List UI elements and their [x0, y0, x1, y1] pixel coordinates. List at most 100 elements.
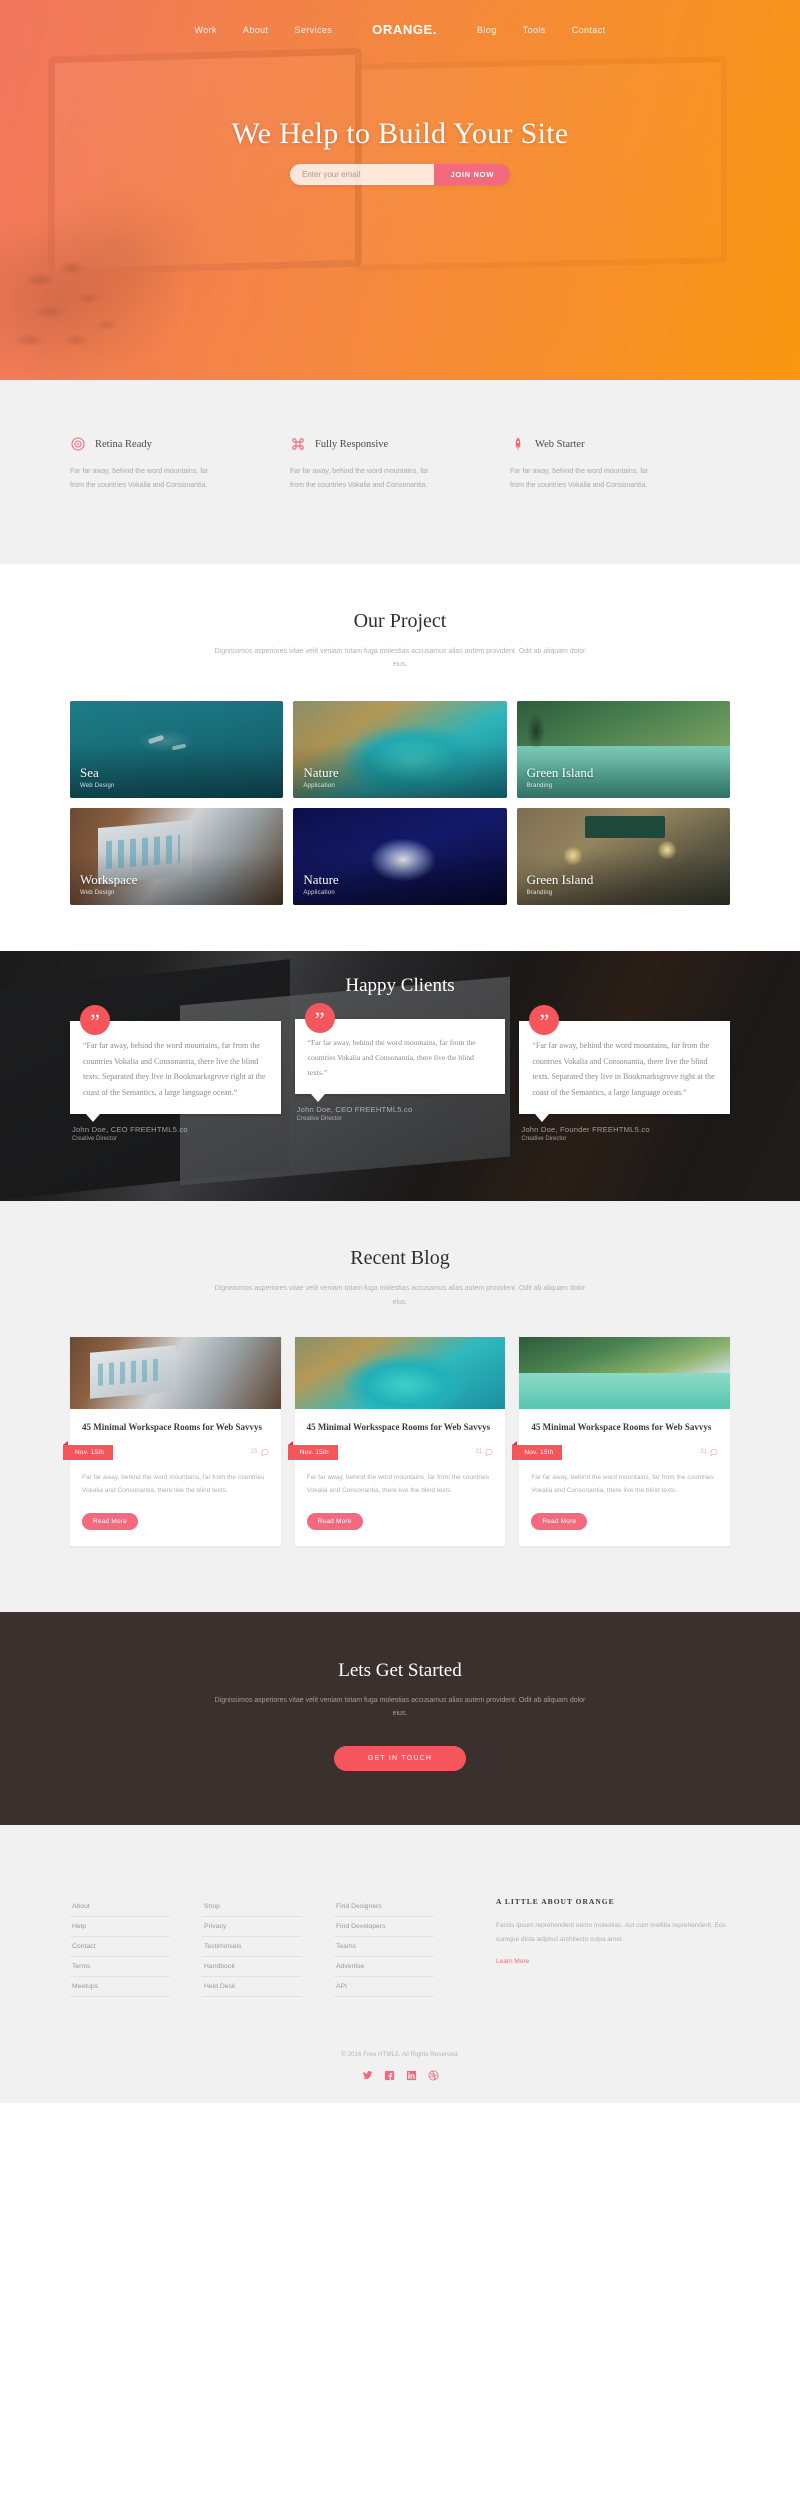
- linkedin-icon[interactable]: [406, 2070, 417, 2081]
- projects-grid: Sea Web Design Nature Application Green …: [70, 701, 730, 906]
- quote-icon: ”: [304, 1003, 335, 1034]
- footer-link[interactable]: Privacy: [202, 1917, 302, 1938]
- footer-about-block: A LITTLE ABOUT ORANGE Facilis ipsum repr…: [490, 1897, 730, 1997]
- project-card[interactable]: Green Island Branding: [516, 701, 730, 799]
- nav-item-about[interactable]: About: [243, 23, 269, 37]
- twitter-icon[interactable]: [362, 2070, 373, 2081]
- dribbble-icon[interactable]: [428, 2070, 439, 2081]
- read-more-button[interactable]: Read More: [531, 1512, 588, 1530]
- project-card[interactable]: Nature Application: [293, 808, 507, 906]
- footer-link[interactable]: Find Developers: [334, 1917, 434, 1938]
- comment-count-value: 21: [475, 1449, 483, 1456]
- footer-link[interactable]: About: [70, 1897, 170, 1918]
- testimonial-company: FREEHTML5.co: [130, 1124, 188, 1134]
- blog-date-badge: Nov. 15th: [63, 1440, 114, 1460]
- footer-link[interactable]: Advertise: [334, 1957, 434, 1978]
- get-in-touch-button[interactable]: GET IN TOUCH: [333, 1746, 467, 1772]
- footer-link[interactable]: Terms: [70, 1957, 170, 1978]
- command-key-icon: [290, 436, 306, 452]
- project-category: Web Design: [80, 783, 115, 790]
- project-card[interactable]: Workspace Web Design: [70, 808, 284, 906]
- testimonial-role: Creative Director: [72, 1135, 118, 1142]
- footer-link[interactable]: Testimonials: [202, 1937, 302, 1958]
- copyright-text: © 2016 Free HTML5. All Rights Reserved.: [341, 2051, 459, 2059]
- testimonial-author: John Doe, CEO FREEHTML5.co: [296, 1104, 413, 1114]
- footer-column-1: About Help Contact Terms Meetups: [70, 1897, 170, 1998]
- testimonial-card: ” “Far far away, behind the word mountai…: [519, 1005, 730, 1142]
- learn-more-link[interactable]: Learn More: [496, 1958, 529, 1965]
- nav-item-work[interactable]: Work: [194, 23, 216, 37]
- testimonial-author: John Doe, Founder FREEHTML5.co: [521, 1124, 650, 1134]
- blog-comment-count: 21: [700, 1448, 730, 1457]
- testimonial-quote: “Far far away, behind the word mountains…: [307, 1038, 476, 1077]
- testimonial-card: ” “Far far away, behind the word mountai…: [70, 1005, 281, 1142]
- footer-link[interactable]: Help: [70, 1917, 170, 1938]
- blog-section: Recent Blog Dignissimos asperiores vitae…: [0, 1201, 800, 1612]
- testimonial-quote: “Far far away, behind the word mountains…: [83, 1041, 266, 1098]
- feature-title: Retina Ready: [95, 438, 152, 450]
- testimonial-quote: “Far far away, behind the word mountains…: [532, 1041, 715, 1098]
- blog-card[interactable]: 45 Minimal Workspace Rooms for Web Savvy…: [512, 1336, 730, 1546]
- footer-link[interactable]: Held Desk: [202, 1977, 302, 1998]
- rocket-icon: [510, 436, 526, 452]
- footer-link[interactable]: Teams: [334, 1937, 434, 1958]
- testimonial-company: FREEHTML5.co: [354, 1104, 413, 1114]
- site-logo[interactable]: ORANGE.: [372, 20, 437, 39]
- nav-item-blog[interactable]: Blog: [477, 23, 497, 37]
- feature-title: Web Starter: [535, 438, 585, 450]
- feature-body: Far far away, behind the word mountains,…: [290, 468, 429, 490]
- testimonial-role: Creative Director: [521, 1135, 567, 1142]
- blog-post-title[interactable]: 45 Minimal Workspace Rooms for Web Savvy…: [531, 1421, 718, 1435]
- nav-item-contact[interactable]: Contact: [572, 23, 606, 37]
- project-name: Green Island: [526, 764, 594, 780]
- footer-column-3: Find Designers Find Developers Teams Adv…: [334, 1897, 434, 1998]
- facebook-icon[interactable]: [384, 2070, 395, 2081]
- project-category: Branding: [526, 890, 553, 897]
- feature-retina-ready: Retina Ready Far far away, behind the wo…: [70, 436, 290, 494]
- testimonials-section: Happy Clients ” “Far far away, behind th…: [0, 951, 800, 1202]
- features-section: Retina Ready Far far away, behind the wo…: [0, 380, 800, 564]
- footer-link[interactable]: Meetups: [70, 1977, 170, 1998]
- blog-excerpt: Far far away, behind the word mountains,…: [531, 1473, 714, 1494]
- cta-section: Lets Get Started Dignissimos asperiores …: [0, 1611, 800, 1826]
- blog-subtitle: Dignissimos asperiores vitae velit venia…: [214, 1285, 586, 1306]
- footer-about-body: Facilis ipsum reprehenderit nemo molesti…: [496, 1922, 726, 1944]
- read-more-button[interactable]: Read More: [82, 1512, 138, 1530]
- project-card[interactable]: Sea Web Design: [70, 701, 284, 799]
- project-category: Web Design: [80, 890, 115, 897]
- blog-card[interactable]: 45 Minimal Worksspace Rooms for Web Savv…: [287, 1336, 506, 1546]
- blog-date-badge: Nov. 15th: [287, 1440, 338, 1460]
- feature-body: Far far away, behind the word mountains,…: [510, 468, 649, 490]
- blog-card[interactable]: 45 Minimal Workspace Rooms for Web Savvy…: [63, 1336, 281, 1546]
- hero-content: We Help to Build Your Site JOIN NOW: [0, 117, 800, 185]
- footer-link[interactable]: API: [334, 1977, 434, 1998]
- footer-link[interactable]: Contact: [70, 1937, 170, 1958]
- blog-grid: 45 Minimal Workspace Rooms for Web Savvy…: [63, 1336, 730, 1546]
- footer-link[interactable]: Handbook: [202, 1957, 302, 1978]
- footer-column-2: Shop Privacy Testimonials Handbook Held …: [202, 1897, 302, 1998]
- main-navigation: Work About Services ORANGE. Blog Tools C…: [0, 0, 800, 39]
- nav-item-services[interactable]: Services: [294, 23, 332, 37]
- project-category: Branding: [526, 783, 553, 790]
- footer-link[interactable]: Shop: [202, 1897, 302, 1918]
- blog-thumbnail: [519, 1336, 730, 1409]
- testimonials-grid: ” “Far far away, behind the word mountai…: [70, 1003, 730, 1142]
- comment-icon: [485, 1449, 493, 1457]
- feature-body: Far far away, behind the word mountains,…: [70, 468, 209, 490]
- testimonial-company: FREEHTML5.co: [592, 1124, 650, 1134]
- blog-post-title[interactable]: 45 Minimal Worksspace Rooms for Web Savv…: [307, 1421, 494, 1435]
- site-footer: About Help Contact Terms Meetups Shop Pr…: [0, 1825, 800, 2104]
- footer-link[interactable]: Find Designers: [334, 1897, 434, 1918]
- retina-target-icon: [70, 436, 86, 452]
- join-now-button[interactable]: JOIN NOW: [434, 164, 510, 185]
- read-more-button[interactable]: Read More: [306, 1512, 363, 1530]
- feature-title: Fully Responsive: [315, 438, 389, 450]
- footer-link-columns: About Help Contact Terms Meetups Shop Pr…: [70, 1897, 490, 1998]
- blog-post-title[interactable]: 45 Minimal Workspace Rooms for Web Savvy…: [82, 1421, 269, 1435]
- projects-subtitle: Dignissimos asperiores vitae velit venia…: [214, 647, 586, 668]
- nav-item-tools[interactable]: Tools: [523, 23, 546, 37]
- feature-web-starter: Web Starter Far far away, behind the wor…: [510, 436, 730, 494]
- email-input[interactable]: [290, 164, 435, 185]
- project-card[interactable]: Nature Application: [293, 701, 507, 799]
- project-card[interactable]: Green Island Branding: [516, 808, 730, 906]
